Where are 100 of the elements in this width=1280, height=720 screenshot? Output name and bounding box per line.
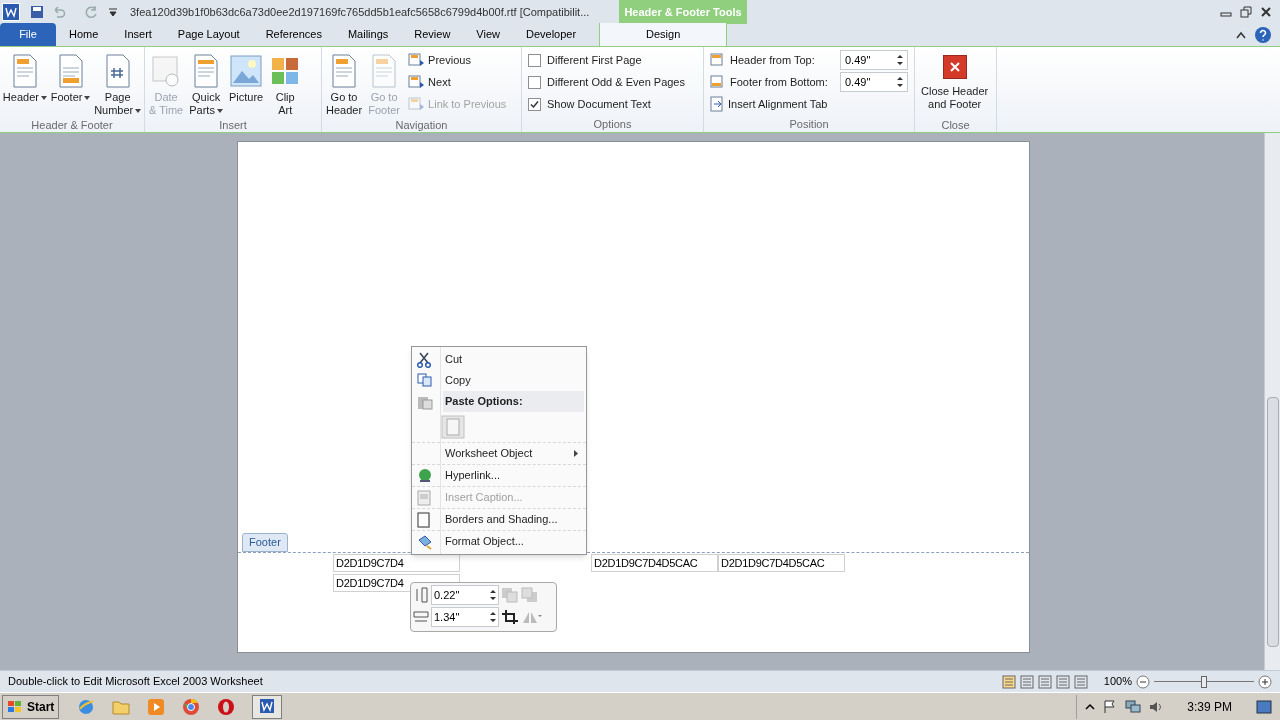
page-icon — [371, 54, 398, 88]
page-icon — [57, 54, 84, 88]
picture-icon — [230, 55, 263, 87]
group-label: Insert — [218, 119, 248, 132]
save-icon[interactable] — [30, 5, 44, 19]
menu-item[interactable]: Cut — [443, 349, 586, 370]
spinner-label: Header from Top: — [730, 52, 816, 68]
page-icon — [417, 512, 431, 528]
menu-item[interactable]: Copy — [443, 370, 586, 391]
opera-icon[interactable] — [217, 697, 236, 716]
spin-field[interactable]: 0.49" — [840, 50, 908, 70]
ribbon-button[interactable]: Quick Parts — [187, 47, 225, 119]
zoom-slider[interactable] — [1154, 675, 1254, 688]
spin-arrows-icon[interactable] — [897, 76, 903, 88]
page-arrow-icon — [408, 53, 425, 67]
close-icon — [942, 55, 967, 79]
collapse-ribbon-icon[interactable] — [1236, 30, 1246, 39]
scissors-icon — [417, 352, 431, 368]
clipboard-icon — [417, 394, 433, 410]
word-taskbar-icon[interactable] — [252, 694, 283, 719]
spin-arrows-icon[interactable] — [490, 589, 496, 601]
page-arrow-icon — [408, 97, 425, 111]
page-icon — [193, 54, 220, 88]
group-label: Position — [788, 118, 830, 132]
clip-art-icon — [271, 57, 300, 85]
browser-icon[interactable] — [182, 697, 201, 716]
close-header-footer-button[interactable]: Close Header and Footer — [917, 47, 993, 119]
spin-field[interactable]: 0.22" — [431, 585, 499, 605]
customize-icon[interactable] — [108, 7, 118, 17]
option-checkbox[interactable]: Different Odd & Even Pages — [528, 71, 685, 93]
restore-icon[interactable] — [1240, 6, 1252, 18]
caret-icon — [40, 95, 47, 100]
height-icon — [413, 587, 429, 603]
option-checkbox[interactable]: Show Document Text — [528, 93, 685, 115]
alignment-tab-icon — [710, 96, 724, 112]
menu-item[interactable]: Borders and Shading... — [443, 509, 586, 530]
page-arrow-icon — [408, 75, 425, 89]
zoom-in-icon[interactable] — [1258, 674, 1272, 689]
ribbon-button[interactable]: Next — [408, 71, 507, 93]
ribbon-button[interactable]: Picture — [226, 47, 266, 119]
flag-icon[interactable] — [1103, 699, 1118, 714]
footer-cell: D2D1D9C7D4D5CAC — [591, 554, 718, 572]
crop-icon[interactable] — [501, 609, 519, 625]
ribbon-tab[interactable]: Home — [56, 23, 112, 46]
zoom-level[interactable]: 100% — [1103, 673, 1132, 690]
group-label: Close — [940, 119, 971, 132]
ribbon-tab[interactable]: Insert — [111, 23, 165, 46]
ribbon-button[interactable]: Insert Alignment Tab — [710, 93, 908, 115]
ribbon-tab[interactable]: Design — [599, 23, 728, 46]
spinner-label: Footer from Bottom: — [730, 74, 829, 90]
speaker-icon[interactable] — [1149, 699, 1164, 714]
browser-icon[interactable] — [77, 697, 96, 716]
ribbon-button[interactable]: Header — [2, 47, 48, 119]
caret-icon — [84, 95, 91, 100]
ribbon-tab[interactable]: References — [252, 23, 335, 46]
word-app-icon[interactable] — [2, 3, 20, 21]
start-button[interactable]: Start — [2, 694, 60, 719]
ribbon-tab[interactable]: Developer — [513, 23, 590, 46]
clock: 3:39 PM — [1187, 698, 1232, 716]
spin-arrows-icon[interactable] — [490, 611, 496, 623]
ribbon-button[interactable]: Footer — [49, 47, 92, 119]
close-icon[interactable] — [1260, 6, 1272, 18]
show-desktop-icon[interactable] — [1256, 699, 1272, 714]
network-icon[interactable] — [1125, 699, 1142, 714]
option-checkbox[interactable]: Different First Page — [528, 49, 685, 71]
page-icon — [104, 54, 131, 88]
width-icon — [413, 609, 429, 625]
group-label: Navigation — [394, 119, 449, 132]
ribbon-button[interactable]: Clip Art — [267, 47, 304, 119]
status-text: Double-click to Edit Microsoft Excel 2003 Worksheet — [8, 674, 263, 690]
start-logo-icon — [7, 699, 23, 714]
group-label: Header & Footer — [30, 119, 114, 132]
caption-icon — [417, 490, 431, 506]
ribbon-tab[interactable]: Mailings — [334, 23, 402, 46]
menu-item[interactable]: Hyperlink... — [443, 465, 586, 486]
spin-field[interactable]: 1.34" — [431, 607, 499, 627]
menu-section-header: Paste Options: — [443, 391, 584, 412]
ribbon-tab[interactable]: File — [0, 23, 56, 46]
contextual-tab-title: Header & Footer Tools — [619, 0, 747, 24]
ribbon-tab[interactable]: View — [463, 23, 513, 46]
zoom-out-icon[interactable] — [1136, 674, 1150, 689]
menu-item[interactable]: Worksheet Object — [443, 443, 586, 464]
spin-arrows-icon[interactable] — [897, 54, 903, 66]
caret-up-icon[interactable] — [1085, 701, 1096, 712]
ribbon-button[interactable]: Page Number — [93, 47, 142, 119]
media-player-icon[interactable] — [147, 697, 166, 716]
vertical-scrollbar[interactable] — [1264, 133, 1280, 670]
spin-field[interactable]: 0.49" — [840, 72, 908, 92]
page-icon — [11, 54, 38, 88]
ribbon-button[interactable]: Go to Header — [324, 47, 365, 119]
checkmark-icon — [530, 99, 539, 109]
copy-icon — [417, 373, 433, 387]
caret-icon — [135, 108, 142, 113]
ribbon-button[interactable]: Previous — [408, 49, 507, 71]
margin-icon — [710, 75, 726, 89]
ribbon-tab[interactable]: Page Layout — [164, 23, 253, 46]
ribbon-tab[interactable]: Review — [401, 23, 464, 46]
group-label: Options — [592, 118, 633, 132]
menu-item[interactable]: Format Object... — [443, 531, 586, 552]
help-icon[interactable] — [1254, 25, 1272, 44]
